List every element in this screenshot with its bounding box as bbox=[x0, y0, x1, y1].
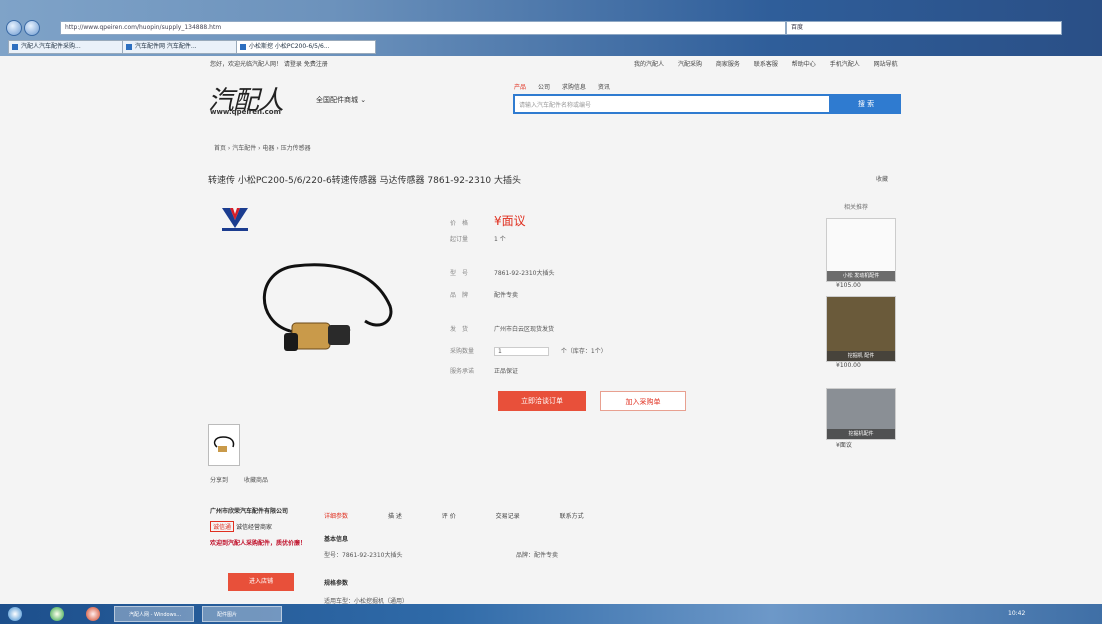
top-nav-item[interactable]: 联系客服 bbox=[754, 61, 778, 68]
quantity-row: 采购数量 1 个（库存：1个） bbox=[450, 346, 607, 356]
model-value: 7861-92-2310大插头 bbox=[494, 270, 555, 277]
recommend-label: 相关推荐 bbox=[844, 204, 869, 211]
app-icon[interactable] bbox=[86, 607, 100, 621]
seller-name[interactable]: 广州市欣荣汽车配件有限公司 bbox=[210, 506, 316, 515]
address-bar[interactable]: http://www.qpeiren.com/huopin/supply_134… bbox=[60, 21, 786, 35]
back-icon[interactable] bbox=[6, 20, 22, 36]
price-row: 价 格 ¥面议 bbox=[450, 212, 526, 229]
breadcrumb[interactable]: 首页 › 汽车配件 › 电器 › 压力传感器 bbox=[214, 143, 311, 152]
quantity-stepper[interactable]: 1 bbox=[494, 347, 549, 356]
recommend-card[interactable]: 小松 发动机配件 bbox=[826, 218, 896, 282]
brand-value: 配件专卖 bbox=[494, 292, 519, 299]
system-clock[interactable]: 10:42 bbox=[1008, 610, 1025, 617]
product-title: 转速传 小松PC200-5/6/220-6转速传感器 马达传感器 7861-92… bbox=[208, 176, 522, 186]
ship-value: 广州市白云区现货发货 bbox=[494, 326, 555, 333]
product-thumbnail[interactable] bbox=[208, 424, 240, 466]
model-label: 型 号 bbox=[450, 270, 469, 277]
forward-icon[interactable] bbox=[24, 20, 40, 36]
top-nav: 我的汽配人 汽配采购 商家服务 联系客服 帮助中心 手机汽配人 网站导航 bbox=[634, 59, 910, 68]
ship-row: 发 货 广州市白云区现货发货 bbox=[450, 324, 554, 333]
search-tab-product[interactable]: 产品 bbox=[514, 84, 526, 91]
add-to-cart-button[interactable]: 加入采购单 bbox=[600, 391, 686, 411]
search-tab-news[interactable]: 资讯 bbox=[598, 84, 610, 91]
browser-tab[interactable]: 汽车配件网 汽车配件... bbox=[122, 40, 246, 54]
recommend-card[interactable]: 挖掘机配件 bbox=[826, 388, 896, 440]
ship-label: 发 货 bbox=[450, 326, 469, 333]
favorite-link[interactable]: 收藏商品 bbox=[244, 477, 268, 484]
thumbnail-image bbox=[213, 436, 235, 452]
buy-now-button[interactable]: 立即洽谈订单 bbox=[498, 391, 586, 411]
spec-title-2: 规格参数 bbox=[324, 580, 349, 587]
detail-tabs: 详细参数 描 述 评 价 交易记录 联系方式 bbox=[324, 511, 622, 520]
brand-logo bbox=[222, 208, 248, 231]
tab-records[interactable]: 交易记录 bbox=[496, 513, 520, 520]
moq-row: 起订量 1 个 bbox=[450, 234, 506, 243]
share-bar: 分享到 收藏商品 bbox=[210, 475, 282, 484]
recommend-caption: 挖掘机配件 bbox=[827, 429, 895, 439]
seller-promo: 欢迎到汽配人采购配件，质优价廉！ bbox=[210, 540, 307, 547]
share-link[interactable]: 分享到 bbox=[210, 477, 228, 484]
moq-label: 起订量 bbox=[450, 236, 469, 243]
collect-link[interactable]: 收藏 bbox=[876, 174, 888, 183]
spec-model: 型号：7861-92-2310大插头 bbox=[324, 552, 403, 559]
browser-chrome: http://www.qpeiren.com/huopin/supply_134… bbox=[0, 0, 1102, 56]
recommend-price: ¥105.00 bbox=[836, 282, 861, 289]
model-row: 型 号 7861-92-2310大插头 bbox=[450, 268, 555, 277]
tab-strip: 汽配人汽车配件采购... 汽车配件网 汽车配件... 小松斯挖 小松PC200-… bbox=[0, 38, 1102, 54]
search-tab-company[interactable]: 公司 bbox=[538, 84, 550, 91]
top-nav-item[interactable]: 我的汽配人 bbox=[634, 61, 664, 68]
top-nav-item[interactable]: 汽配采购 bbox=[678, 61, 702, 68]
recommend-price: ¥100.00 bbox=[836, 362, 861, 369]
tab-description[interactable]: 描 述 bbox=[388, 513, 402, 520]
spec-brand: 品牌：配件专卖 bbox=[516, 552, 559, 559]
service-row: 服务承诺 正品保证 bbox=[450, 366, 518, 375]
address-row: http://www.qpeiren.com/huopin/supply_134… bbox=[0, 20, 1102, 36]
seller-badge: 诚信通 bbox=[210, 521, 235, 532]
browser-search-input[interactable]: 百度 bbox=[786, 21, 1062, 35]
welcome-text: 您好，欢迎光临汽配人网！ 请登录 免费注册 bbox=[210, 61, 328, 68]
quantity-label: 采购数量 bbox=[450, 348, 475, 355]
enter-shop-button[interactable]: 进入店铺 bbox=[228, 573, 294, 591]
top-nav-item[interactable]: 手机汽配人 bbox=[830, 61, 860, 68]
recommend-caption: 小松 发动机配件 bbox=[827, 271, 895, 281]
price-label: 价 格 bbox=[450, 220, 469, 227]
service-value: 正品保证 bbox=[494, 368, 519, 375]
top-nav-item[interactable]: 商家服务 bbox=[716, 61, 740, 68]
seller-badge-note: 诚信经营商家 bbox=[235, 524, 272, 531]
service-label: 服务承诺 bbox=[450, 368, 475, 375]
web-page: 您好，欢迎光临汽配人网！ 请登录 免费注册 我的汽配人 汽配采购 商家服务 联系… bbox=[0, 56, 1102, 605]
browser-tab[interactable]: 汽配人汽车配件采购... bbox=[8, 40, 132, 54]
site-domain: www.qpeiren.com bbox=[210, 108, 281, 116]
tab-params[interactable]: 详细参数 bbox=[324, 513, 348, 520]
recommend-card[interactable]: 挖掘机 配件 bbox=[826, 296, 896, 362]
spec-title: 基本信息 bbox=[324, 536, 349, 543]
taskbar-task[interactable]: 配件图片 bbox=[202, 606, 282, 622]
top-nav-item[interactable]: 帮助中心 bbox=[792, 61, 816, 68]
search-button[interactable]: 搜 索 bbox=[831, 94, 901, 114]
taskbar-task[interactable]: 汽配人网 - Windows... bbox=[114, 606, 194, 622]
browser-tab-active[interactable]: 小松斯挖 小松PC200-6/5/6... bbox=[236, 40, 376, 54]
search-tab-buying[interactable]: 求购信息 bbox=[562, 84, 586, 91]
taskbar: 汽配人网 - Windows... 配件图片 10:42 bbox=[0, 604, 1102, 624]
recommend-caption: 挖掘机 配件 bbox=[827, 351, 895, 361]
price-value: ¥面议 bbox=[494, 214, 526, 228]
media-icon[interactable] bbox=[50, 607, 64, 621]
recommend-price: ¥面议 bbox=[836, 442, 852, 449]
tab-contact[interactable]: 联系方式 bbox=[560, 513, 584, 520]
product-image[interactable] bbox=[250, 251, 400, 366]
tab-reviews[interactable]: 评 价 bbox=[442, 513, 456, 520]
quantity-note: 个（库存：1个） bbox=[560, 348, 607, 355]
city-selector[interactable]: 全国配件商城 ⌄ bbox=[316, 95, 366, 105]
top-nav-item[interactable]: 网站导航 bbox=[874, 61, 898, 68]
search-tabs: 产品 公司 求购信息 资讯 bbox=[514, 82, 620, 91]
moq-value: 1 个 bbox=[494, 236, 506, 243]
search-input[interactable]: 请输入汽车配件名称或编号 bbox=[513, 94, 831, 114]
brand-row: 品 牌 配件专卖 bbox=[450, 290, 518, 299]
brand-label: 品 牌 bbox=[450, 292, 469, 299]
start-button-icon[interactable] bbox=[8, 607, 22, 621]
